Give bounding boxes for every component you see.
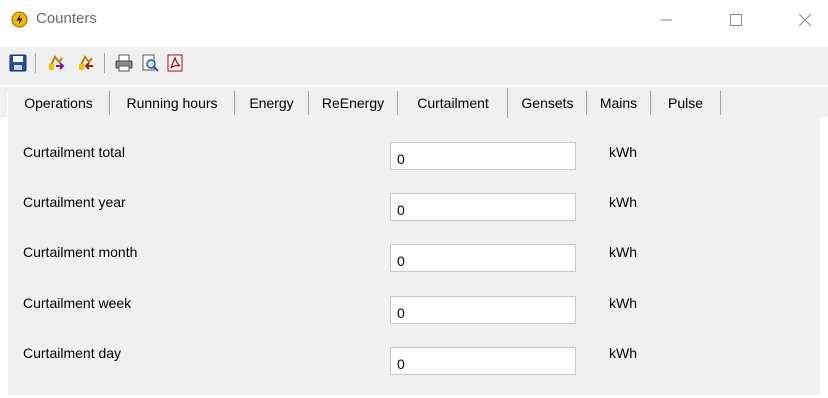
tab-strip: Operations Running hours Energy ReEnergy… [0,87,828,118]
print-icon[interactable] [114,53,134,73]
curtailment-day-field[interactable] [390,347,576,375]
export-icon[interactable] [46,53,66,73]
curtailment-month-label: Curtailment month [23,244,138,260]
print-preview-icon[interactable] [140,53,160,73]
curtailment-year-unit: kWh [609,194,637,210]
tab-curtailment[interactable]: Curtailment [398,88,508,118]
toolbar-separator [35,53,37,73]
tab-reenergy[interactable]: ReEnergy [309,91,398,115]
curtailment-week-label: Curtailment week [23,295,132,311]
minimize-button[interactable] [643,0,689,40]
curtailment-total-field[interactable] [390,142,576,170]
tab-energy[interactable]: Energy [235,91,309,115]
curtailment-day-unit: kWh [609,345,637,361]
curtailment-week-field[interactable] [390,296,576,324]
curtailment-month-unit: kWh [609,244,637,260]
tab-operations[interactable]: Operations [7,91,110,115]
app-icon [11,11,28,28]
tab-mains[interactable]: Mains [587,91,651,115]
curtailment-week-unit: kWh [609,295,637,311]
maximize-icon [730,14,742,26]
curtailment-day-label: Curtailment day [23,345,122,361]
toolbar [0,47,828,85]
close-button[interactable] [782,0,828,40]
tab-pulse[interactable]: Pulse [651,91,721,115]
pdf-icon[interactable] [165,53,185,73]
tab-running-hours[interactable]: Running hours [110,91,235,115]
curtailment-year-label: Curtailment year [23,194,126,210]
title-bar: Counters [0,0,828,40]
maximize-button[interactable] [713,0,759,40]
tab-gensets[interactable]: Gensets [509,91,587,115]
import-icon[interactable] [76,53,96,73]
curtailment-total-label: Curtailment total [23,144,125,160]
toolbar-separator [104,53,106,73]
curtailment-month-field[interactable] [390,244,576,272]
window-title: Counters [36,10,97,27]
close-icon [799,14,811,26]
curtailment-panel: Curtailment total kWh Curtailment year k… [8,117,820,395]
curtailment-total-unit: kWh [609,144,637,160]
minimize-icon [660,19,672,21]
curtailment-year-field[interactable] [390,193,576,221]
save-icon[interactable] [8,53,28,73]
